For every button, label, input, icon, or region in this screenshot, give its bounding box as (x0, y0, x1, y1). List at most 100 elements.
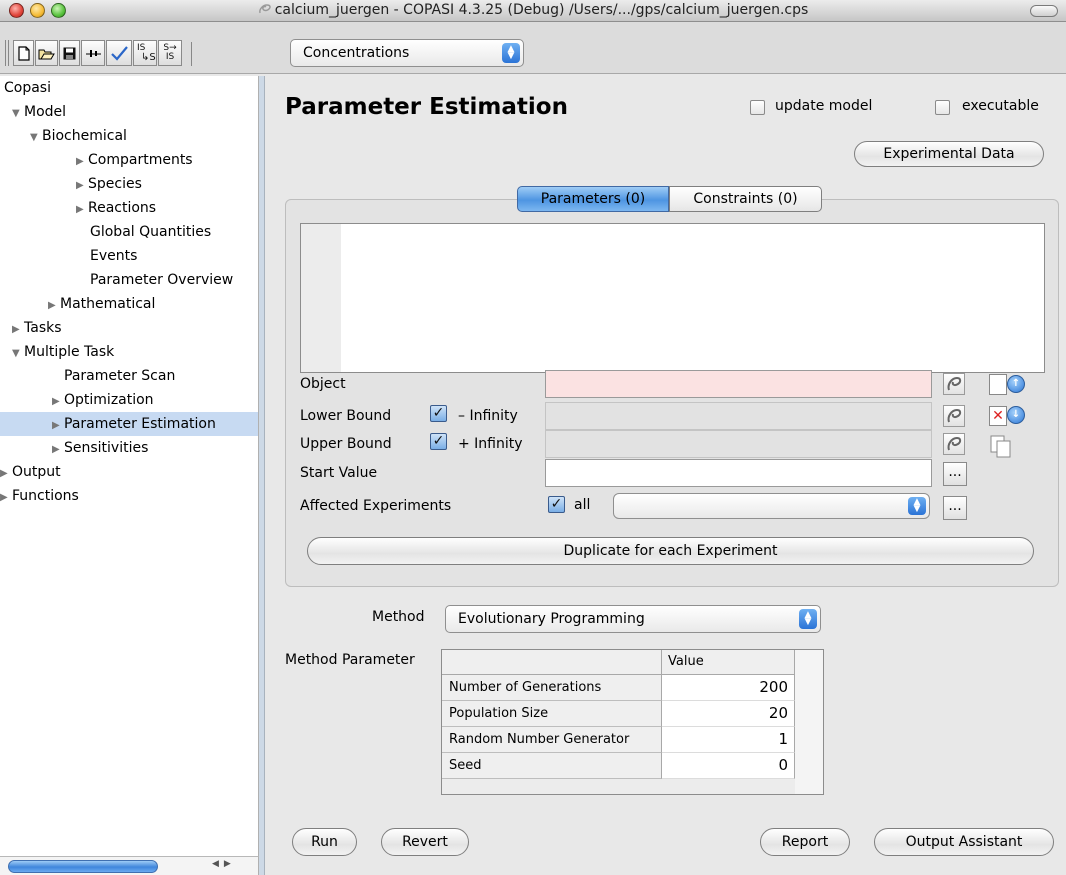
executable-checkbox[interactable] (935, 100, 950, 115)
scroll-arrows-icon[interactable]: ◀▶ (212, 859, 236, 869)
save-icon[interactable] (59, 40, 80, 66)
new-item-icon[interactable] (989, 374, 1007, 395)
slider-icon[interactable] (81, 40, 105, 66)
collapsed-arrow-icon[interactable]: ▶ (52, 438, 64, 462)
start-value-ellipsis-button[interactable]: ... (943, 462, 967, 486)
collapsed-arrow-icon[interactable]: ▶ (76, 198, 88, 222)
tree-item-sensitivities[interactable]: ▶ Sensitivities (52, 436, 148, 460)
affected-experiments-label: Affected Experiments (300, 498, 452, 514)
tree-item-multiple-task[interactable]: ▼ Multiple Task (12, 340, 114, 364)
panel-splitter[interactable] (259, 76, 265, 875)
report-button[interactable]: Report (760, 828, 850, 856)
lower-infinity-checkbox[interactable]: ✓ (430, 405, 447, 422)
lower-infinity-label: – Infinity (458, 408, 518, 424)
tree-item-parameter-overview[interactable]: Parameter Overview (90, 268, 233, 292)
expanded-arrow-icon[interactable]: ▼ (12, 102, 24, 126)
tree-item-events[interactable]: Events (90, 244, 137, 268)
output-assistant-button[interactable]: Output Assistant (874, 828, 1054, 856)
select-lower-bound-button[interactable] (943, 405, 965, 427)
collapsed-arrow-icon[interactable]: ▶ (52, 390, 64, 414)
tree-horizontal-scrollbar[interactable]: ◀▶ (0, 856, 259, 875)
s-to-is-icon[interactable]: S→ IS (158, 40, 182, 66)
tree-item-parameter-estimation[interactable]: ▶ Parameter Estimation (0, 412, 258, 436)
move-down-icon[interactable]: ↓ (1007, 406, 1025, 424)
row-header-number-of-generations: Number of Generations (442, 675, 662, 701)
tab-parameters[interactable]: Parameters (0) (517, 186, 669, 212)
lower-bound-label: Lower Bound (300, 408, 392, 424)
update-model-checkbox[interactable] (750, 100, 765, 115)
move-up-icon[interactable]: ↑ (1007, 375, 1025, 393)
collapsed-arrow-icon[interactable]: ▶ (0, 486, 12, 510)
expanded-arrow-icon[interactable]: ▼ (30, 126, 42, 150)
update-model-label: update model (775, 98, 873, 114)
tree-item-tasks[interactable]: ▶ Tasks (12, 316, 62, 340)
upper-infinity-label: + Infinity (458, 436, 523, 452)
object-field[interactable] (545, 370, 932, 398)
revert-button[interactable]: Revert (381, 828, 469, 856)
collapsed-arrow-icon[interactable]: ▶ (76, 150, 88, 174)
copy-item-icon[interactable] (989, 434, 1015, 459)
page-title: Parameter Estimation (285, 94, 568, 120)
collapsed-arrow-icon[interactable]: ▶ (52, 414, 64, 438)
row-header-random-number-generator: Random Number Generator (442, 727, 662, 753)
toolbar-toggle-button[interactable] (1030, 5, 1058, 17)
toolbar-grip[interactable] (5, 40, 9, 66)
delete-item-icon[interactable]: ✕ (989, 406, 1007, 426)
cell-population-size[interactable]: 20 (662, 701, 795, 727)
window-title-bar: calcium_juergen - COPASI 4.3.25 (Debug) … (0, 0, 1066, 22)
tree-item-optimization[interactable]: ▶ Optimization (52, 388, 154, 412)
table-corner-header (442, 650, 662, 675)
expanded-arrow-icon[interactable]: ▼ (12, 342, 24, 366)
upper-bound-field[interactable] (545, 430, 932, 458)
affected-all-checkbox[interactable]: ✓ (548, 496, 565, 513)
tree-item-biochemical[interactable]: ▼ Biochemical (30, 124, 127, 148)
tree-item-compartments[interactable]: ▶ Compartments (76, 148, 193, 172)
scrollbar-thumb[interactable] (8, 860, 158, 873)
tree-item-global-quantities[interactable]: Global Quantities (90, 220, 211, 244)
collapsed-arrow-icon[interactable]: ▶ (0, 462, 12, 486)
tree-item-reactions[interactable]: ▶ Reactions (76, 196, 156, 220)
collapsed-arrow-icon[interactable]: ▶ (12, 318, 24, 342)
experimental-data-button[interactable]: Experimental Data (854, 141, 1044, 167)
tree-item-parameter-scan[interactable]: Parameter Scan (64, 364, 175, 388)
affected-all-label: all (574, 497, 591, 513)
method-parameter-table: Value Number of Generations 200 Populati… (441, 649, 824, 795)
tree-item-output[interactable]: ▶ Output (0, 460, 61, 484)
collapsed-arrow-icon[interactable]: ▶ (76, 174, 88, 198)
open-folder-icon[interactable] (35, 40, 58, 66)
cell-number-of-generations[interactable]: 200 (662, 675, 795, 701)
cell-random-number-generator[interactable]: 1 (662, 727, 795, 753)
new-file-icon[interactable] (13, 40, 34, 66)
table-bottom-filler (442, 779, 795, 794)
executable-label: executable (962, 98, 1039, 114)
select-object-button[interactable] (943, 373, 965, 395)
select-upper-bound-button[interactable] (943, 433, 965, 455)
duplicate-for-each-experiment-button[interactable]: Duplicate for each Experiment (307, 537, 1034, 565)
run-button[interactable]: Run (292, 828, 357, 856)
cell-seed[interactable]: 0 (662, 753, 795, 779)
concentration-mode-select[interactable]: Concentrations ▲ ▼ (290, 39, 524, 67)
is-to-s-icon[interactable]: IS ↳S (133, 40, 157, 66)
method-label: Method (372, 609, 425, 625)
check-icon[interactable] (106, 40, 132, 66)
tree-item-mathematical[interactable]: ▶ Mathematical (48, 292, 155, 316)
value-column-header[interactable]: Value (662, 650, 795, 675)
affected-ellipsis-button[interactable]: ... (943, 496, 967, 520)
collapsed-arrow-icon[interactable]: ▶ (48, 294, 60, 318)
affected-experiments-select[interactable]: ▲ ▼ (613, 493, 930, 519)
upper-infinity-checkbox[interactable]: ✓ (430, 433, 447, 450)
start-value-field[interactable] (545, 459, 932, 487)
tree-item-model[interactable]: ▼ Model (12, 100, 66, 124)
method-select[interactable]: Evolutionary Programming ▲ ▼ (445, 605, 821, 633)
tree-item-functions[interactable]: ▶ Functions (0, 484, 79, 508)
lower-bound-field[interactable] (545, 402, 932, 430)
row-header-seed: Seed (442, 753, 662, 779)
tree-item-species[interactable]: ▶ Species (76, 172, 142, 196)
tab-constraints[interactable]: Constraints (0) (669, 186, 822, 212)
select-arrows-icon: ▲ ▼ (799, 609, 817, 629)
tree-root[interactable]: Copasi (4, 76, 51, 100)
copasi-object-icon (947, 408, 962, 423)
parameter-list[interactable] (300, 223, 1045, 373)
row-header-population-size: Population Size (442, 701, 662, 727)
object-label: Object (300, 376, 346, 392)
